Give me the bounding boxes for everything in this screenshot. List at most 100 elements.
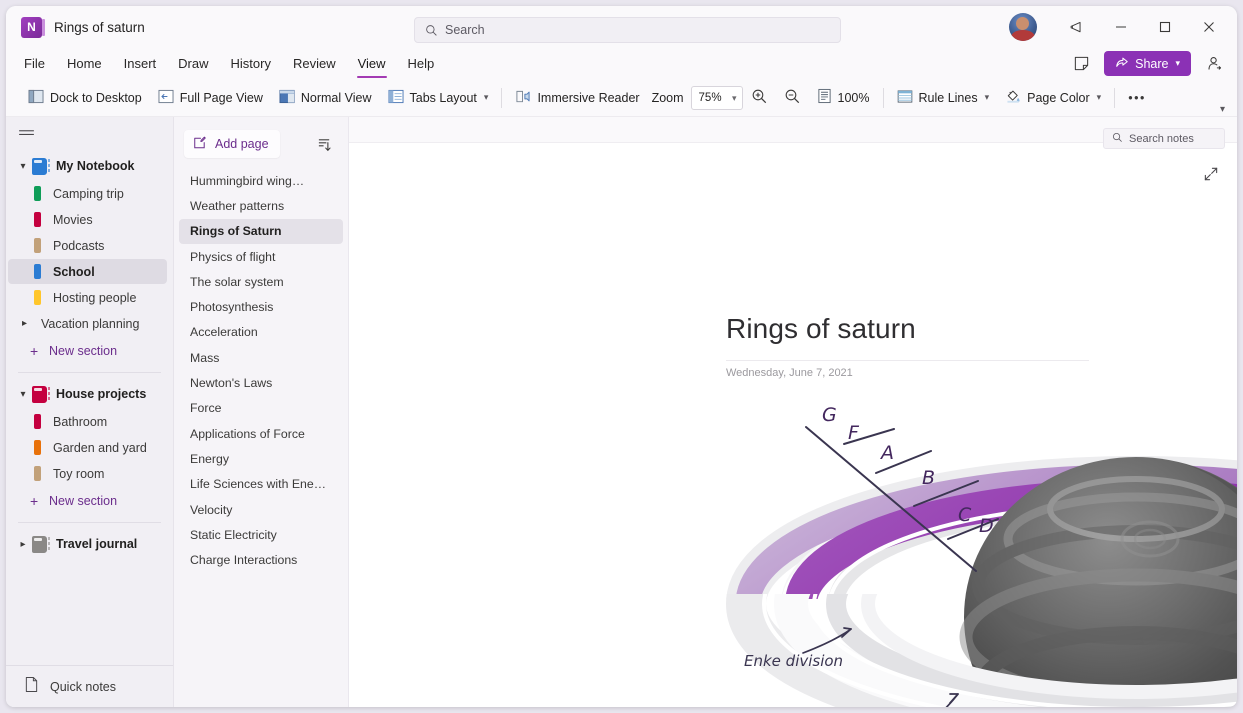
page-100-icon (817, 88, 832, 107)
menu-home[interactable]: Home (57, 52, 112, 75)
expand-page-icon[interactable] (1203, 166, 1219, 187)
section-label: School (53, 264, 95, 279)
immersive-reader-icon (515, 89, 531, 107)
zoom-out-button[interactable] (776, 84, 809, 112)
ribbon-collapse-icon[interactable]: ▾ (1220, 104, 1225, 115)
menu-bar: File Home Insert Draw History Review Vie… (6, 48, 1237, 79)
global-search-input[interactable]: Search (414, 17, 841, 43)
sidebar-item-movies[interactable]: Movies (8, 207, 167, 232)
sidebar-item-vacation-planning[interactable]: ▸ Vacation planning (8, 311, 167, 336)
menu-help[interactable]: Help (398, 52, 445, 75)
zoom-100-button[interactable]: 100% (809, 84, 878, 112)
ring-label-c: C (958, 504, 972, 526)
chevron-down-icon[interactable]: ▾ (14, 161, 32, 172)
section-label: Garden and yard (53, 440, 147, 455)
megaphone-icon[interactable] (1055, 6, 1099, 48)
page-color-button[interactable]: Page Color ▾ (997, 84, 1109, 112)
section-color-swatch (34, 466, 41, 481)
paint-bucket-icon (1005, 88, 1021, 107)
add-page-button[interactable]: Add page (184, 130, 280, 158)
normal-view-button[interactable]: Normal View (271, 84, 380, 112)
sidebar-item-garden-and-yard[interactable]: Garden and yard (8, 435, 167, 460)
list-item[interactable]: The solar system (179, 269, 343, 294)
list-item[interactable]: Energy (179, 446, 343, 471)
more-options-button[interactable]: ••• (1120, 84, 1154, 112)
person-add-icon[interactable] (1201, 51, 1227, 77)
search-placeholder-text: Search (445, 23, 485, 37)
minimize-icon[interactable] (1099, 6, 1143, 48)
window-title: Rings of saturn (54, 19, 145, 35)
list-item[interactable]: Physics of flight (179, 244, 343, 269)
list-item-rings-of-saturn[interactable]: Rings of Saturn (179, 218, 343, 244)
menu-draw[interactable]: Draw (168, 52, 218, 75)
page-list-header: Add page (174, 129, 348, 159)
menu-file[interactable]: File (14, 52, 55, 75)
list-item[interactable]: Hummingbird wing… (179, 168, 343, 193)
quick-notes-button[interactable]: Quick notes (6, 665, 173, 707)
maximize-icon[interactable] (1143, 6, 1187, 48)
list-item[interactable]: Mass (179, 345, 343, 370)
notebook-house-projects[interactable]: ▾ House projects (8, 381, 167, 407)
sidebar-item-toy-room[interactable]: Toy room (8, 461, 167, 486)
page-title[interactable]: Rings of saturn (726, 313, 916, 345)
section-group-label: Vacation planning (41, 316, 140, 331)
page-canvas[interactable]: Rings of saturn Wednesday, June 7, 2021 (349, 117, 1237, 707)
notebook-my-notebook[interactable]: ▾ My Notebook (8, 153, 167, 179)
sidebar-item-camping-trip[interactable]: Camping trip (8, 181, 167, 206)
notebook-travel-journal[interactable]: ▸ Travel journal (8, 531, 167, 557)
chevron-right-icon[interactable]: ▸ (22, 318, 41, 329)
sidebar-item-bathroom[interactable]: Bathroom (8, 409, 167, 434)
avatar[interactable] (1009, 13, 1037, 41)
list-item[interactable]: Weather patterns (179, 193, 343, 218)
list-item[interactable]: Life Sciences with Ene… (179, 472, 343, 497)
new-section-button-house-projects[interactable]: + New section (8, 488, 167, 513)
notebook-icon (32, 535, 50, 553)
search-notes-input[interactable]: Search notes (1103, 128, 1225, 149)
share-button[interactable]: Share ▾ (1104, 51, 1191, 76)
title-bar: N Rings of saturn Search (6, 6, 1237, 48)
view-ribbon: Dock to Desktop Full Page View Normal Vi… (6, 79, 1237, 117)
sticky-note-icon[interactable] (1068, 51, 1094, 77)
hamburger-icon[interactable] (6, 117, 173, 151)
list-item[interactable]: Applications of Force (179, 421, 343, 446)
ring-label-b: B (922, 467, 935, 489)
sidebar-item-school[interactable]: School (8, 259, 167, 284)
full-page-view-button[interactable]: Full Page View (150, 84, 271, 112)
notebook-label: House projects (56, 387, 147, 401)
list-item[interactable]: Photosynthesis (179, 294, 343, 319)
dock-to-desktop-button[interactable]: Dock to Desktop (20, 84, 150, 112)
menu-history[interactable]: History (221, 52, 281, 75)
list-item[interactable]: Charge Interactions (179, 547, 343, 572)
close-icon[interactable] (1187, 6, 1231, 48)
divider (18, 522, 161, 523)
list-item[interactable]: Acceleration (179, 320, 343, 345)
zoom-value: 75% (698, 91, 722, 104)
list-item[interactable]: Newton's Laws (179, 370, 343, 395)
quick-notes-label: Quick notes (50, 679, 117, 694)
rule-lines-label: Rule Lines (918, 90, 978, 105)
sort-icon[interactable] (313, 133, 336, 156)
page-list: Add page Hummingbird wing… Weather patte… (174, 117, 349, 707)
immersive-reader-button[interactable]: Immersive Reader (507, 84, 647, 112)
list-item[interactable]: Force (179, 396, 343, 421)
full-page-view-label: Full Page View (179, 90, 263, 105)
divider (882, 87, 884, 108)
saturn-illustration: G F A B C D Enke division (726, 389, 1237, 707)
chevron-right-icon[interactable]: ▸ (14, 539, 32, 550)
menu-view[interactable]: View (348, 52, 396, 78)
section-label: Toy room (53, 466, 105, 481)
chevron-down-icon[interactable]: ▾ (14, 389, 32, 400)
full-page-icon (158, 89, 174, 107)
menu-insert[interactable]: Insert (114, 52, 167, 75)
search-icon (1112, 130, 1123, 148)
new-section-button-my-notebook[interactable]: + New section (8, 338, 167, 363)
sidebar-item-hosting-people[interactable]: Hosting people (8, 285, 167, 310)
list-item[interactable]: Velocity (179, 497, 343, 522)
tabs-layout-button[interactable]: Tabs Layout ▾ (380, 84, 497, 112)
list-item[interactable]: Static Electricity (179, 522, 343, 547)
zoom-select[interactable]: 75% ▾ (690, 85, 743, 110)
zoom-in-button[interactable] (743, 84, 776, 112)
sidebar-item-podcasts[interactable]: Podcasts (8, 233, 167, 258)
menu-review[interactable]: Review (283, 52, 346, 75)
rule-lines-button[interactable]: Rule Lines ▾ (889, 84, 998, 112)
